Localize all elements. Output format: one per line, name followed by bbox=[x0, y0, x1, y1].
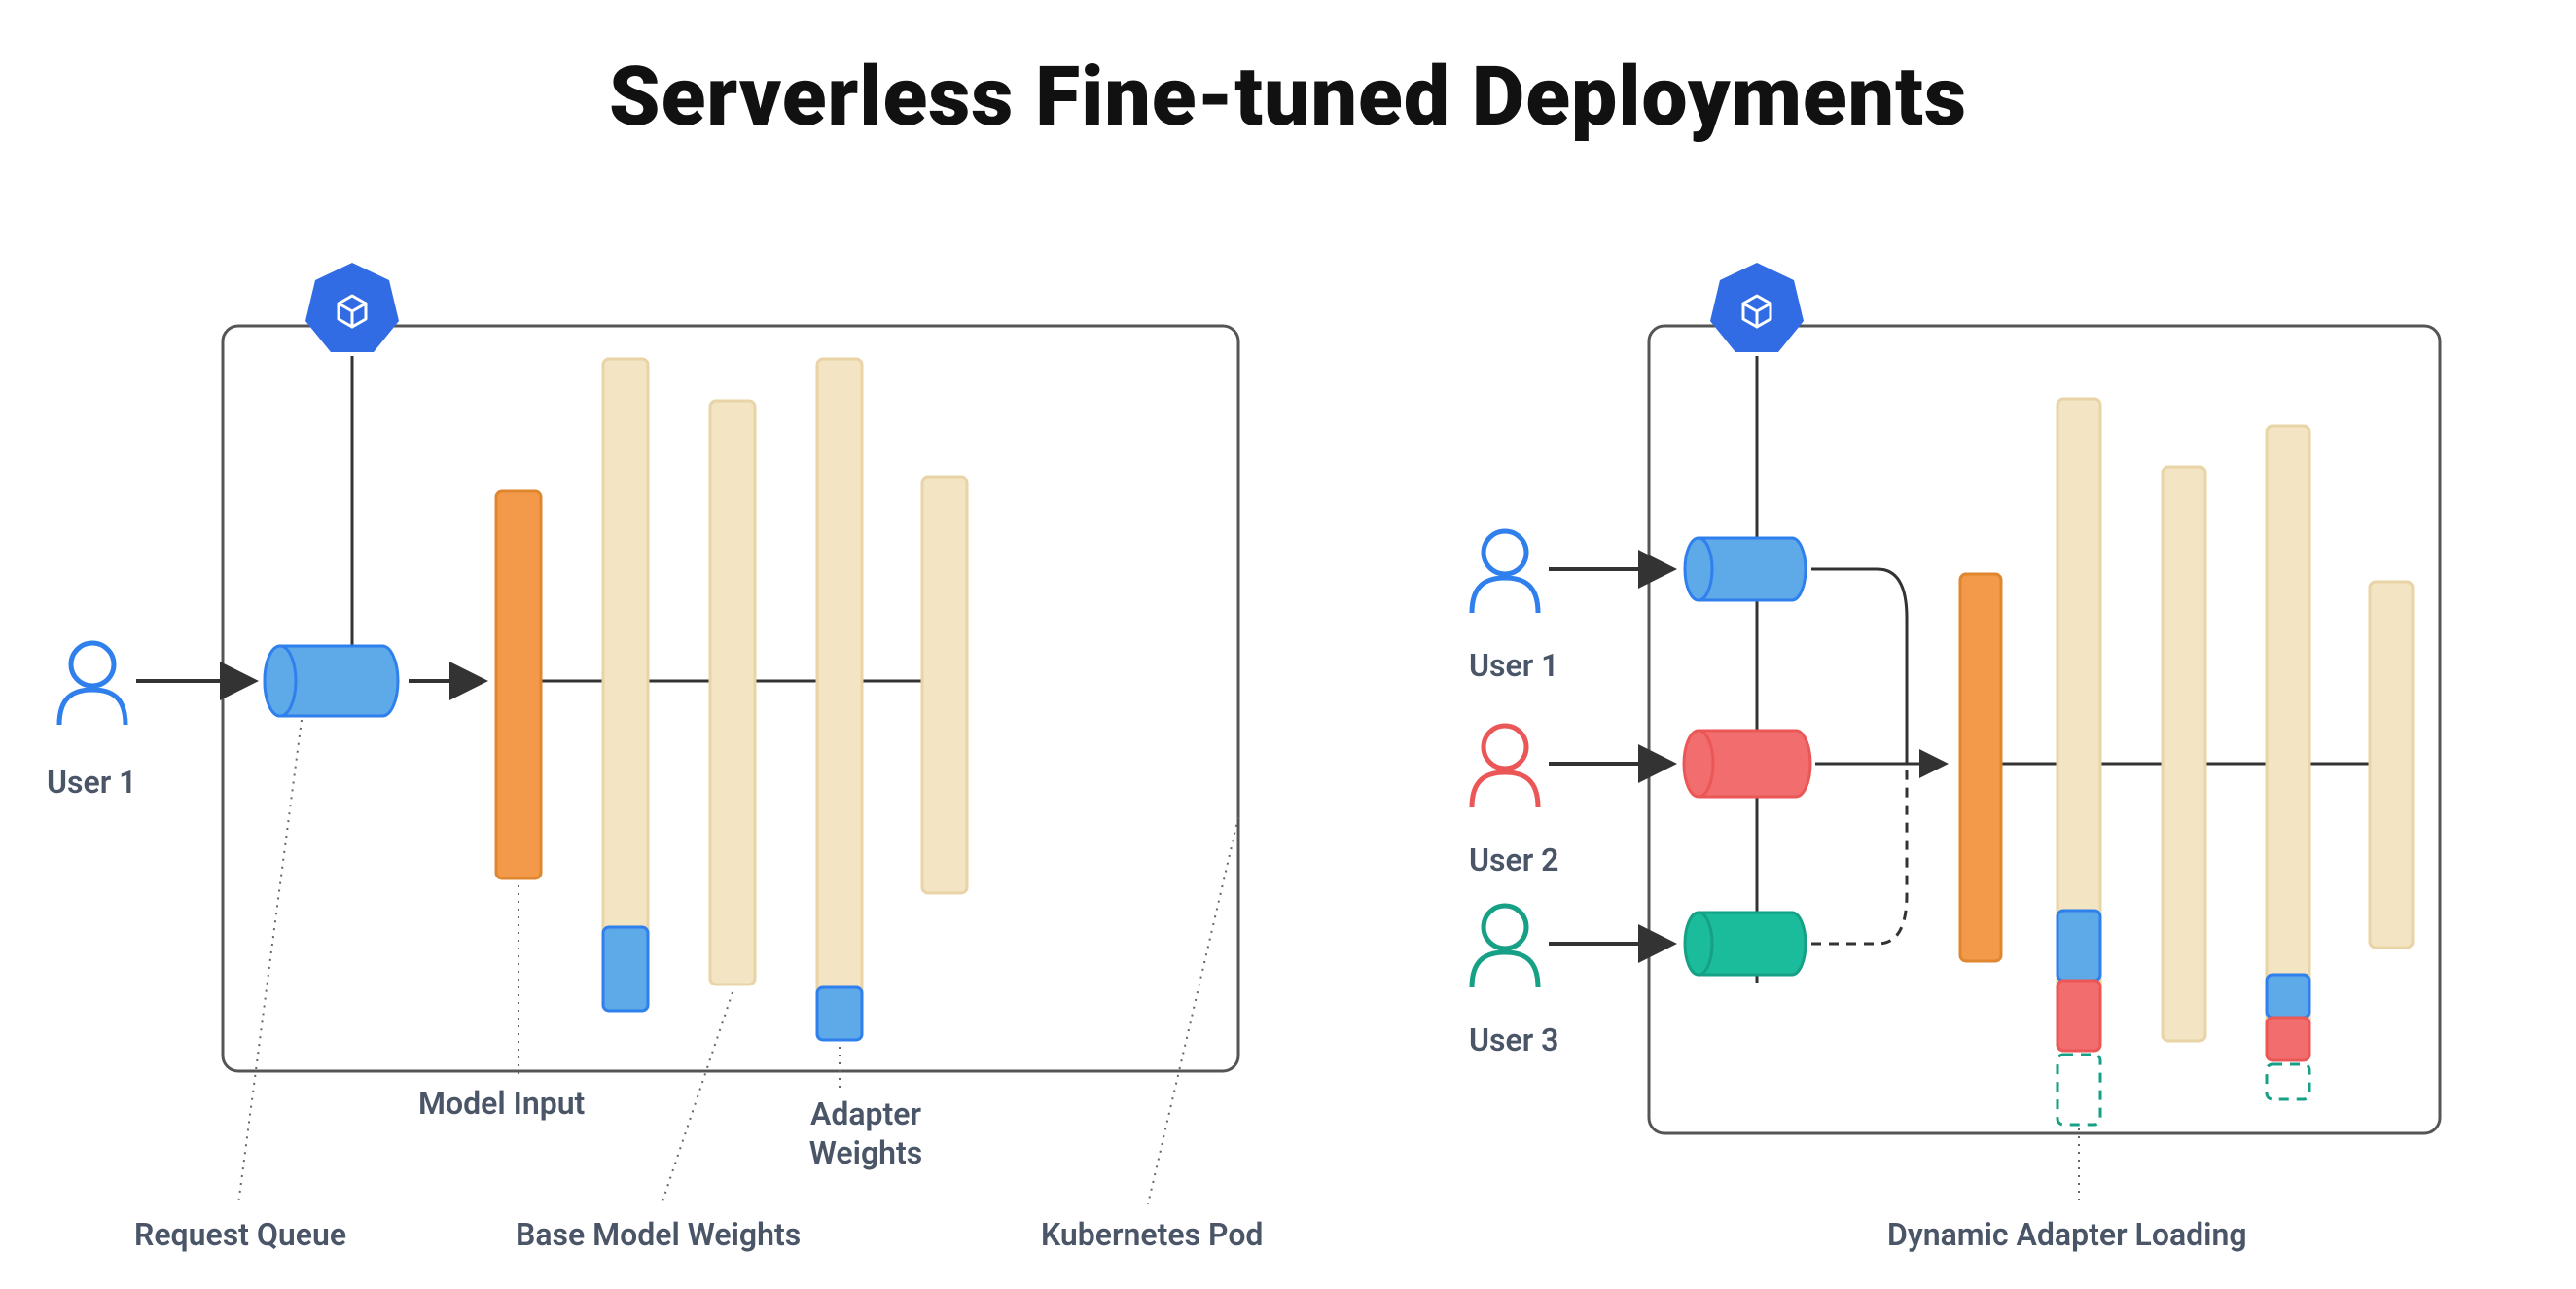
kubernetes-pod-label: Kubernetes Pod bbox=[1041, 1216, 1263, 1253]
queue-cylinder-user3 bbox=[1685, 913, 1806, 975]
queue-cylinder-user1 bbox=[1685, 538, 1806, 600]
base-weight-bar-2-right bbox=[2163, 467, 2205, 1041]
base-weight-bar-2-left bbox=[710, 401, 755, 985]
base-weight-bar-4-right bbox=[2370, 582, 2413, 948]
kubernetes-icon-left bbox=[305, 263, 399, 352]
dynamic-adapter-slot-2 bbox=[2267, 1064, 2309, 1099]
user1-label-right: User 1 bbox=[1469, 647, 1558, 684]
base-weight-bar-3-left bbox=[817, 359, 862, 1040]
adapter-weights-bar-1-left bbox=[603, 927, 648, 1011]
leader-base-weights bbox=[662, 992, 733, 1204]
model-input-label: Model Input bbox=[418, 1085, 585, 1122]
user1-label-left: User 1 bbox=[47, 764, 136, 801]
user3-icon-right bbox=[1472, 906, 1538, 987]
request-queue-label: Request Queue bbox=[134, 1216, 346, 1253]
base-model-weights-label: Base Model Weights bbox=[516, 1216, 801, 1253]
dynamic-adapter-loading-label: Dynamic Adapter Loading bbox=[1887, 1216, 2247, 1253]
queue-cylinder-user2 bbox=[1684, 731, 1810, 797]
diagram-canvas: Serverless Fine-tuned Deployments bbox=[0, 0, 2576, 1289]
base-weight-bar-1-right bbox=[2057, 399, 2100, 1125]
dynamic-adapter-slot-1 bbox=[2057, 1055, 2100, 1125]
leader-request-queue bbox=[238, 720, 302, 1204]
user1-icon-left bbox=[59, 643, 125, 725]
model-input-bar-right bbox=[1960, 574, 2001, 961]
user3-label-right: User 3 bbox=[1469, 1021, 1558, 1058]
base-weight-bar-4-left bbox=[922, 477, 967, 893]
adapter-weights-label: Adapter Weights bbox=[778, 1094, 953, 1172]
left-panel-svg bbox=[0, 0, 2576, 1289]
user2-label-right: User 2 bbox=[1469, 841, 1558, 878]
kubernetes-icon-right bbox=[1710, 263, 1804, 352]
user2-icon-right bbox=[1472, 726, 1538, 807]
request-queue-cylinder-left bbox=[265, 646, 398, 716]
adapter-weights-bar-3-left bbox=[817, 987, 862, 1040]
user1-icon-right bbox=[1472, 531, 1538, 613]
base-weight-bar-1-left bbox=[603, 359, 648, 1011]
leader-k8s-pod bbox=[1148, 817, 1238, 1204]
model-input-bar-left bbox=[496, 491, 541, 878]
base-weight-bar-3-right bbox=[2267, 426, 2309, 1099]
